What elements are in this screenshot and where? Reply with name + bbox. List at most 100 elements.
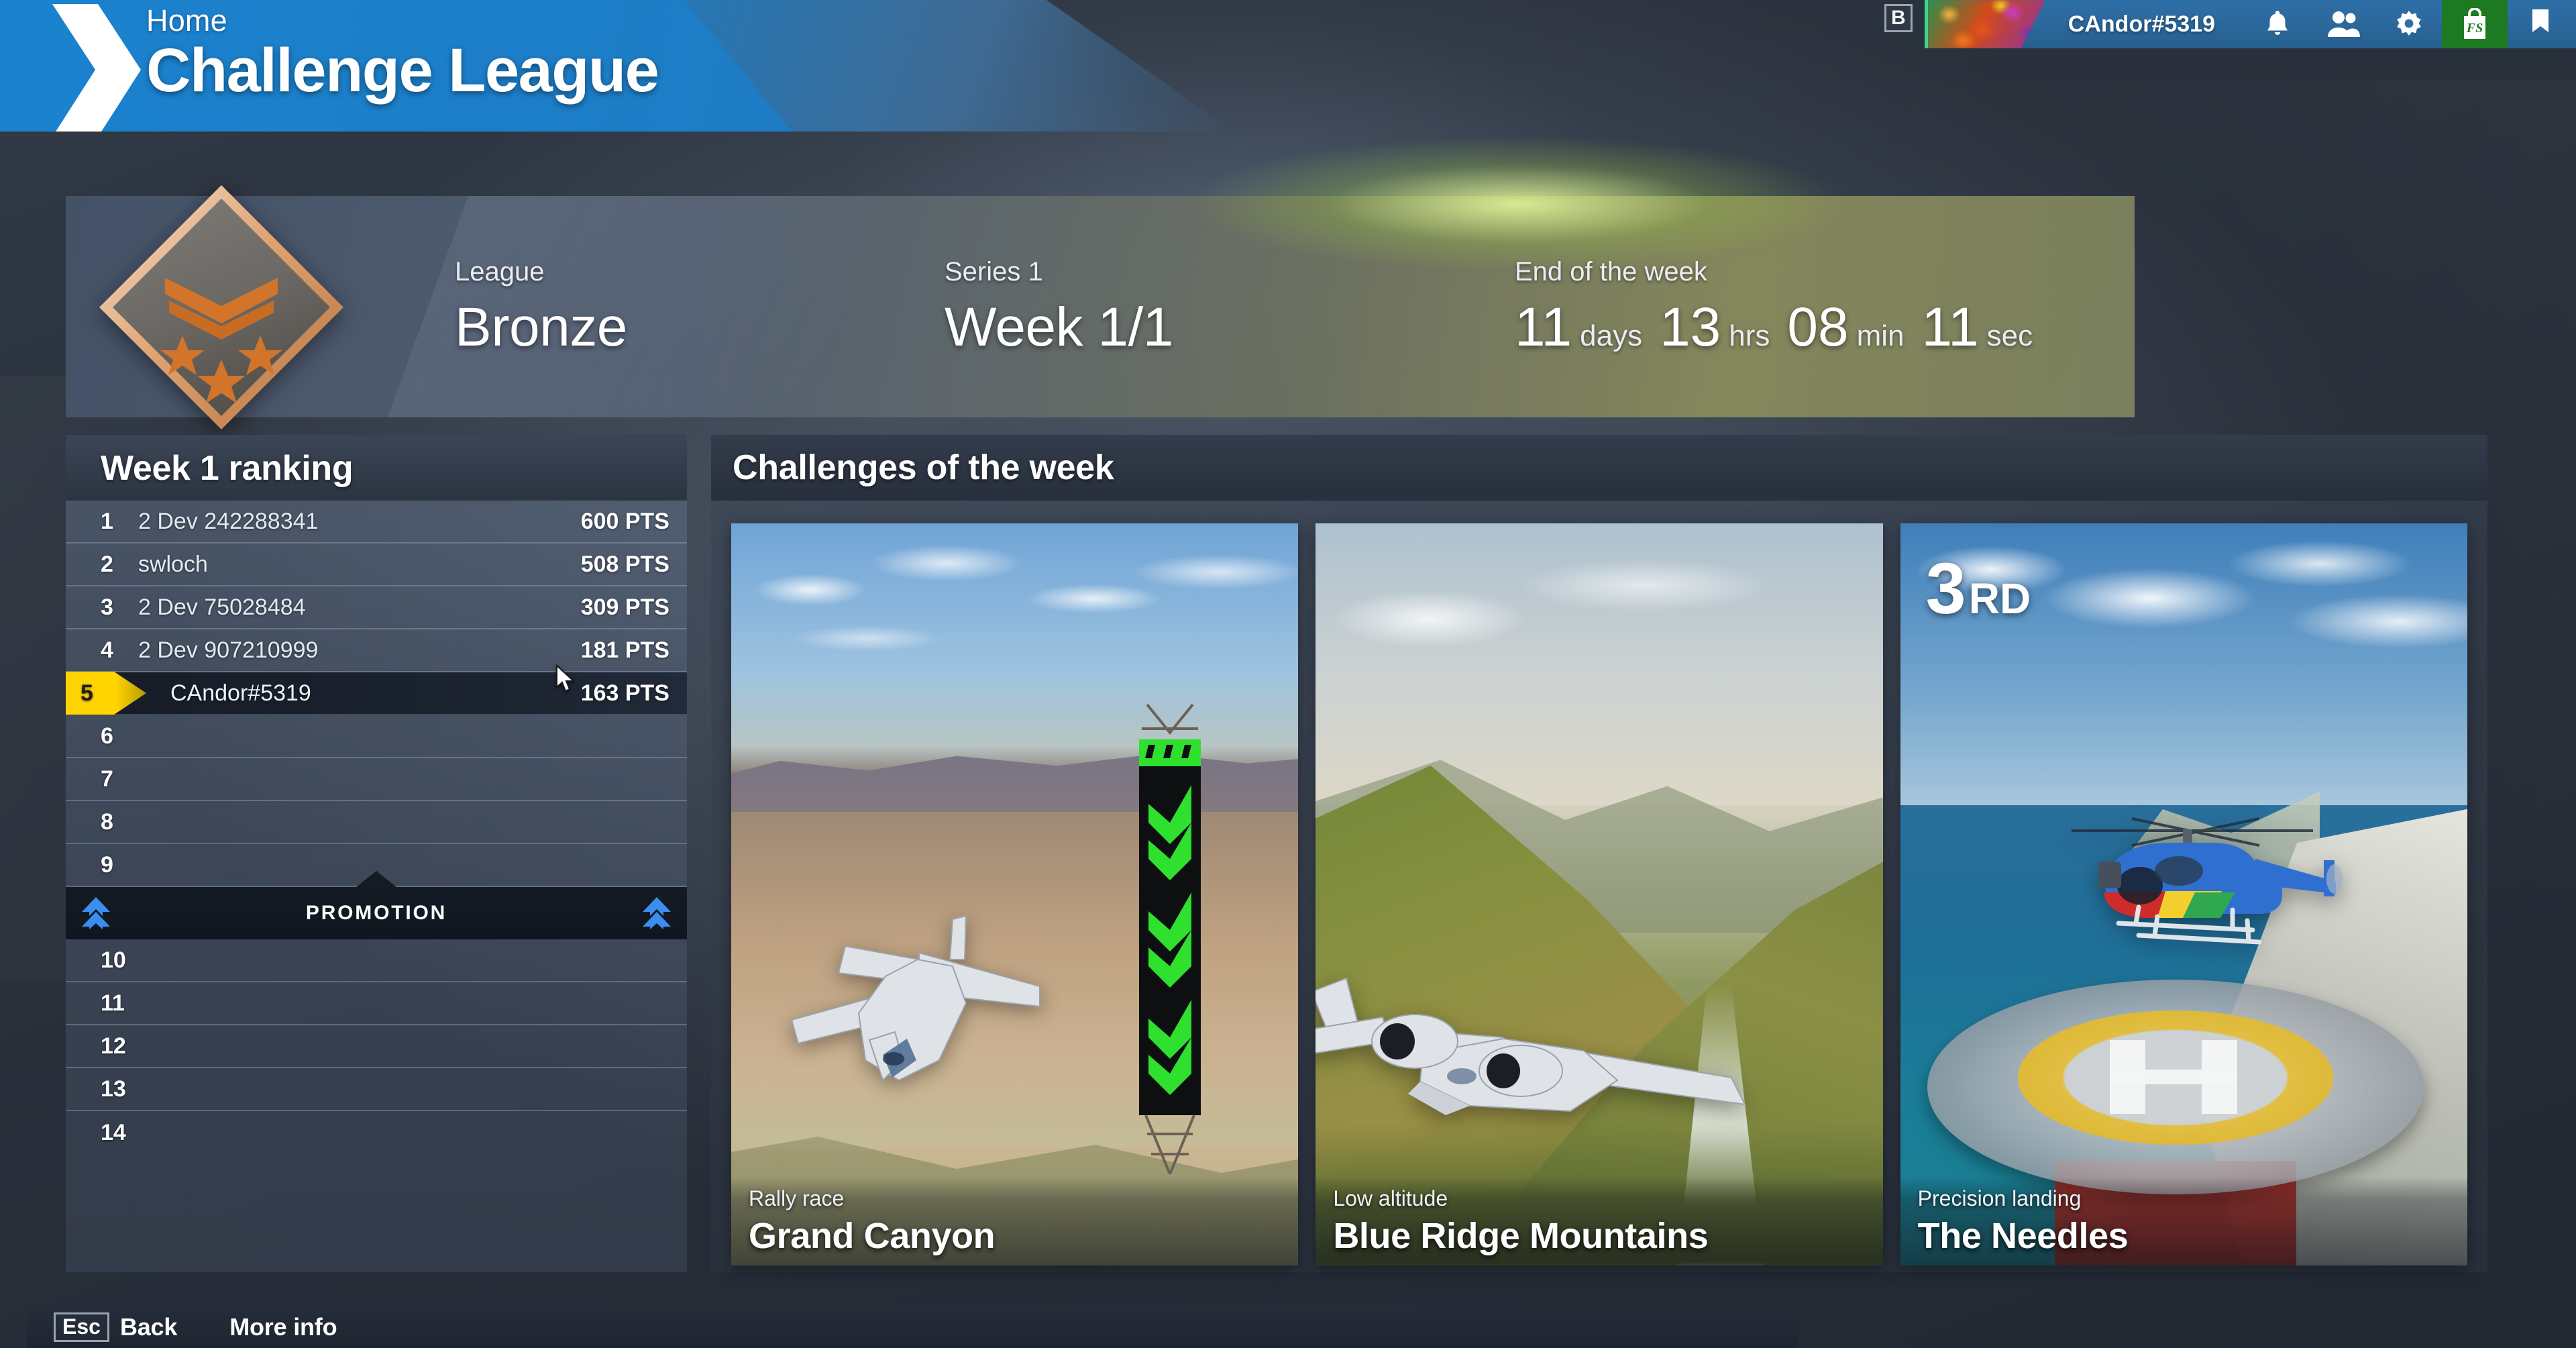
bell-icon[interactable] — [2245, 0, 2310, 48]
card-rank-number: 3 — [1925, 548, 1966, 629]
ranking-panel: Week 1 ranking 1 2 Dev 242288341 600 PTS… — [66, 435, 687, 1272]
card-caption: Rally race Grand Canyon — [731, 1177, 1299, 1265]
timer-days-value: 11 — [1515, 297, 1572, 358]
rank-position: 7 — [101, 766, 113, 792]
rank-points: 163 PTS — [580, 680, 669, 706]
challenges-title: Challenges of the week — [733, 448, 1114, 487]
card-subtitle: Precision landing — [1917, 1186, 2082, 1210]
table-row[interactable]: 8 — [66, 801, 687, 844]
svg-text:FS: FS — [2466, 21, 2483, 36]
challenge-card-blue-ridge-mountains[interactable]: Low altitude Blue Ridge Mountains — [1316, 523, 1883, 1265]
challenge-card-grand-canyon[interactable]: Rally race Grand Canyon — [731, 523, 1299, 1265]
ranking-list[interactable]: 1 2 Dev 242288341 600 PTS 2 swloch 508 P… — [66, 501, 687, 1272]
flag-icon[interactable] — [2508, 0, 2573, 48]
rank-player-name: CAndor#5319 — [170, 680, 311, 706]
table-row[interactable]: 7 — [66, 758, 687, 801]
promotion-divider: PROMOTION — [66, 871, 687, 939]
rank-position: 2 — [101, 551, 113, 577]
league-label: League — [455, 257, 545, 287]
card-rank-suffix: RD — [1968, 574, 2031, 623]
countdown-column: End of the week 11 days 13 hrs 08 min 11… — [1515, 258, 2033, 355]
table-row[interactable]: 3 2 Dev 75028484 309 PTS — [66, 586, 687, 629]
table-row[interactable]: 4 2 Dev 907210999 181 PTS — [66, 629, 687, 672]
rank-player-name: swloch — [138, 551, 208, 577]
card-rank-badge: 3 RD — [1925, 548, 2031, 629]
rank-player-name: 2 Dev 907210999 — [138, 637, 319, 663]
table-row[interactable]: 12 — [66, 1025, 687, 1068]
timer-sec-value: 11 — [1921, 297, 1979, 358]
card-artwork-jet-over-grand-canyon — [731, 523, 1299, 1265]
promotion-notch — [356, 871, 396, 887]
league-banner: League Bronze Series 1 Week 1/1 End of t… — [66, 117, 2135, 429]
page-title: Challenge League — [146, 36, 659, 105]
challenges-header: Challenges of the week — [711, 435, 2487, 501]
league-value: Bronze — [455, 297, 627, 358]
rank-player-name: 2 Dev 242288341 — [138, 508, 319, 534]
artwork-sky — [1316, 523, 1883, 805]
artwork-clouds — [731, 523, 1299, 745]
card-subtitle: Rally race — [749, 1186, 845, 1210]
account-bar: B CAndor#5319 FS — [1884, 0, 2576, 48]
timer-hrs-unit: hrs — [1729, 319, 1770, 352]
rank-position: 10 — [101, 947, 126, 973]
rank-position: 1 — [101, 508, 113, 534]
rank-points: 508 PTS — [580, 551, 669, 577]
timer-hrs-value: 13 — [1660, 297, 1721, 358]
friends-icon[interactable] — [2310, 0, 2376, 48]
avatar[interactable] — [1924, 0, 2045, 48]
double-chevron-up-icon — [80, 896, 111, 931]
account-panel[interactable]: CAndor#5319 FS — [1924, 0, 2576, 48]
gear-icon[interactable] — [2376, 0, 2442, 48]
card-subtitle: Low altitude — [1333, 1186, 1448, 1210]
account-icon-row: FS — [2245, 0, 2573, 48]
table-row[interactable]: 6 — [66, 715, 687, 758]
double-chevron-up-icon — [641, 896, 672, 931]
rank-position: 5 — [80, 680, 93, 706]
card-caption: Precision landing The Needles — [1900, 1177, 2467, 1265]
esc-key-hint: Esc — [54, 1312, 109, 1342]
card-artwork-helicopter-over-helipad — [1900, 523, 2467, 1265]
week-value: Week 1/1 — [945, 297, 1173, 358]
rank-position: 6 — [101, 723, 113, 749]
rank-position: 13 — [101, 1076, 126, 1102]
fs-marketplace-icon[interactable]: FS — [2442, 0, 2508, 48]
header-text-block: Home Challenge League — [146, 0, 659, 105]
countdown-timer: 11 days 13 hrs 08 min 11 sec — [1515, 300, 2033, 355]
table-row[interactable]: 11 — [66, 982, 687, 1025]
table-row[interactable]: 1 2 Dev 242288341 600 PTS — [66, 501, 687, 543]
more-info-action[interactable]: More info — [229, 1313, 337, 1341]
rank-position: 4 — [101, 637, 113, 663]
breadcrumb[interactable]: Home — [146, 0, 658, 36]
ranking-header: Week 1 ranking — [66, 435, 687, 501]
timer-sec-unit: sec — [1986, 319, 2033, 352]
rank-position: 3 — [101, 594, 113, 620]
table-row[interactable]: 14 — [66, 1111, 687, 1154]
series-info-column: Series 1 Week 1/1 — [945, 258, 1515, 355]
ranking-title: Week 1 ranking — [101, 448, 354, 488]
table-row[interactable]: 2 swloch 508 PTS — [66, 543, 687, 586]
card-caption: Low altitude Blue Ridge Mountains — [1316, 1177, 1883, 1265]
rank-points: 600 PTS — [580, 508, 669, 534]
more-info-label: More info — [229, 1313, 337, 1341]
artwork-helipad-h-marking — [2109, 1040, 2237, 1114]
current-player-marker: 5 — [66, 672, 146, 715]
rank-points: 309 PTS — [580, 594, 669, 620]
table-row[interactable]: 13 — [66, 1068, 687, 1111]
bottom-action-bar: Esc Back More info — [27, 1306, 1798, 1348]
rank-position: 9 — [101, 851, 113, 878]
back-action[interactable]: Esc Back — [54, 1312, 177, 1342]
card-title: Blue Ridge Mountains — [1333, 1216, 1709, 1256]
challenges-panel: Challenges of the week Rally race Grand … — [711, 435, 2487, 1272]
rank-player-name: 2 Dev 75028484 — [138, 594, 306, 620]
table-row[interactable]: 10 — [66, 939, 687, 982]
rank-position: 11 — [101, 990, 125, 1016]
rank-position: 8 — [101, 809, 113, 835]
rank-position: 12 — [101, 1033, 126, 1059]
account-username[interactable]: CAndor#5319 — [2045, 11, 2245, 38]
series-label: Series 1 — [945, 257, 1043, 287]
gamepad-b-key-hint: B — [1884, 4, 1913, 32]
table-row-current-player[interactable]: 5 CAndor#5319 163 PTS — [66, 672, 687, 715]
chevron-right-icon — [46, 0, 146, 132]
challenge-card-the-needles[interactable]: 3 RD Precision landing The Needles — [1900, 523, 2467, 1265]
avatar-image — [1927, 0, 2045, 48]
